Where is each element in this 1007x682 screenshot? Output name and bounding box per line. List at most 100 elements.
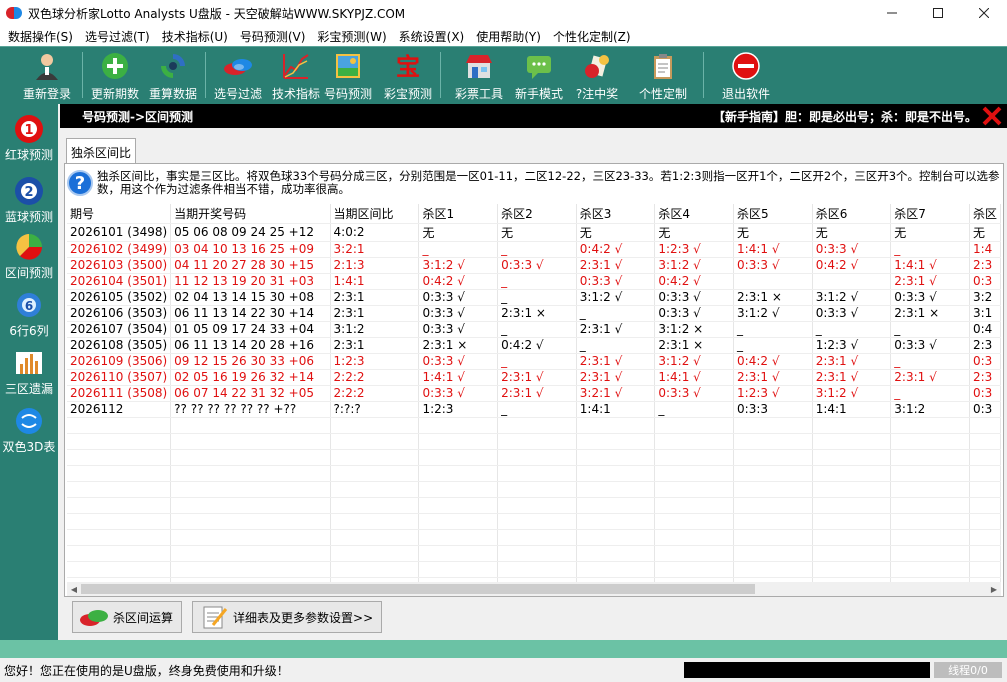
content-box: ? 独杀区间比，事实是三区比。将双色球33个号码分成三区，分别范围是一区01-1… [64, 163, 1004, 597]
picture-icon [333, 51, 363, 81]
tab-exclusive-zone[interactable]: 独杀区间比 [66, 138, 137, 164]
sidebar-item-six[interactable]: 6 6行6列 [0, 278, 58, 338]
custom-button[interactable]: 个性定制 [637, 46, 689, 104]
empty-cell [170, 417, 331, 434]
empty-row [67, 513, 1001, 530]
table-row[interactable]: 2026112?? ?? ?? ?? ?? ?? +???:?:? 1:2:3 _ 1… [67, 401, 1001, 418]
table-cell: 无 [890, 223, 970, 242]
horizontal-scrollbar[interactable]: ◀ ▶ [67, 582, 1001, 596]
close-icon [979, 8, 989, 18]
table-cell: 1:4:1 √ [654, 369, 735, 386]
empty-cell [890, 561, 970, 578]
scroll-left-icon[interactable]: ◀ [67, 582, 81, 596]
col-header[interactable]: 杀区4 [654, 204, 735, 224]
update-button[interactable]: 更新期数 [89, 46, 141, 104]
plus-icon [100, 51, 130, 81]
col-header[interactable]: 杀区2 [497, 204, 577, 224]
table-cell: 04 11 20 27 28 30 +15 [170, 257, 331, 274]
table-row[interactable]: 2026109 (3506) 09 12 15 26 30 33 +06 1:2:3… [67, 353, 1001, 370]
menu-data[interactable]: 数据操作(S) [4, 28, 77, 45]
empty-cell [330, 449, 420, 466]
tech-button[interactable]: 技术指标 [270, 46, 322, 104]
sidebar-item-miss[interactable]: 三区遗漏 [0, 336, 58, 396]
zone-calc-button[interactable]: 杀区间运算 [72, 601, 183, 633]
relogin-button[interactable]: 重新登录 [18, 46, 76, 104]
col-header[interactable]: 当期区间比 [330, 204, 420, 224]
panel-close-icon[interactable] [981, 105, 1003, 127]
empty-cell [812, 545, 892, 562]
menu-tech[interactable]: 技术指标(U) [158, 28, 232, 45]
menu-predict[interactable]: 号码预测(V) [236, 28, 310, 45]
close-button[interactable] [961, 0, 1007, 26]
empty-cell [969, 497, 1001, 514]
table-cell: 3:1:2 × [654, 321, 735, 338]
table-cell [733, 273, 813, 290]
table-cell: 0:3:3 √ [654, 385, 735, 402]
table-row[interactable]: 2026107 (3504) 01 05 09 17 24 33 +04 3:1:2… [67, 321, 1001, 338]
menu-settings[interactable]: 系统设置(X) [395, 28, 469, 45]
table-cell: 2:3:1 √ [576, 353, 656, 370]
sidebar: 1 红球预测 2 蓝球预测 区间预测 6 6行6列 三区遗漏 双色3D表 [0, 104, 58, 656]
table-cell: _ [497, 401, 577, 418]
col-header[interactable]: 杀区5 [733, 204, 813, 224]
table-row[interactable]: 2026102 (3499) 03 04 10 13 16 25 +09 3:2:1… [67, 241, 1001, 258]
table-row[interactable]: 2026110 (3507) 02 05 16 19 26 32 +14 2:2:2… [67, 369, 1001, 386]
menu-filter[interactable]: 选号过滤(T) [81, 28, 154, 45]
filter-button[interactable]: 选号过滤 [212, 46, 264, 104]
detail-settings-button[interactable]: 详细表及更多参数设置>> [192, 601, 383, 633]
maximize-button[interactable] [915, 0, 961, 26]
table-cell: 0:4:2 √ [576, 241, 656, 258]
caibao-button[interactable]: 宝 彩宝预测 [382, 46, 434, 104]
table-row[interactable]: 2026111 (3508) 06 07 14 22 31 32 +05 2:2:2… [67, 385, 1001, 402]
col-header[interactable]: 杀区6 [812, 204, 892, 224]
newbie-button[interactable]: 新手模式 [513, 46, 565, 104]
table-cell: 0:4:2 √ [733, 353, 813, 370]
table-row[interactable]: 2026108 (3505) 06 11 13 14 20 28 +16 2:3:1… [67, 337, 1001, 354]
empty-cell [576, 417, 656, 434]
sidebar-item-blue-ball[interactable]: 2 蓝球预测 [0, 162, 58, 224]
minimize-icon [887, 12, 897, 14]
table-row[interactable]: 2026105 (3502) 02 04 13 14 15 30 +08 2:3:1… [67, 289, 1001, 306]
table-cell: _ [890, 353, 970, 370]
scroll-right-icon[interactable]: ▶ [987, 582, 1001, 596]
table-row[interactable]: 2026101 (3498) 05 06 08 09 24 25 +12 4:0:2… [67, 223, 1001, 242]
svg-text:6: 6 [25, 299, 33, 313]
sidebar-item-3d[interactable]: 双色3D表 [0, 394, 58, 454]
table-row[interactable]: 2026104 (3501) 11 12 13 19 20 31 +03 1:4:1… [67, 273, 1001, 290]
table-cell: 0:4:2 √ [654, 273, 735, 290]
table-cell: 1:4 [969, 241, 1001, 258]
exit-button[interactable]: 退出软件 [720, 46, 772, 104]
prize-button[interactable]: ?注中奖 [571, 46, 623, 104]
empty-cell [812, 417, 892, 434]
sidebar-item-red-ball[interactable]: 1 红球预测 [0, 104, 58, 162]
data-grid[interactable]: 期号 当期开奖号码 当期区间比 杀区1 杀区2 杀区3 杀区4 杀区5 杀区6 … [67, 204, 1001, 582]
table-cell: 2:3:1 × [733, 289, 813, 306]
empty-cell [969, 465, 1001, 482]
table-row[interactable]: 2026103 (3500) 04 11 20 27 28 30 +15 2:1:3… [67, 257, 1001, 274]
col-header[interactable]: 当期开奖号码 [170, 204, 331, 224]
col-header[interactable]: 杀区7 [890, 204, 970, 224]
menu-help[interactable]: 使用帮助(Y) [472, 28, 545, 45]
help-note-text: 独杀区间比，事实是三区比。将双色球33个号码分成三区，分别范围是一区01-11，… [97, 169, 1000, 196]
table-cell: 03 04 10 13 16 25 +09 [170, 241, 331, 258]
stop-icon [731, 51, 761, 81]
sidebar-item-zone[interactable]: 区间预测 [0, 220, 58, 280]
table-cell: 1:2:3 √ [654, 241, 735, 258]
col-header[interactable]: 杀区3 [576, 204, 656, 224]
menu-custom[interactable]: 个性化定制(Z) [549, 28, 635, 45]
scroll-thumb[interactable] [81, 584, 755, 594]
tools-button[interactable]: 彩票工具 [453, 46, 505, 104]
empty-cell [170, 433, 331, 450]
menu-caibao[interactable]: 彩宝预测(W) [313, 28, 390, 45]
predict-button[interactable]: 号码预测 [322, 46, 374, 104]
col-header[interactable]: 杀区1 [418, 204, 499, 224]
recalc-button[interactable]: 重算数据 [147, 46, 199, 104]
empty-cell [654, 497, 735, 514]
col-header[interactable]: 期号 [67, 204, 172, 224]
table-cell: 2:2:2 [330, 369, 420, 386]
minimize-button[interactable] [869, 0, 915, 26]
table-row[interactable]: 2026106 (3503) 06 11 13 14 22 30 +14 2:3:1… [67, 305, 1001, 322]
empty-cell [576, 529, 656, 546]
col-header[interactable]: 杀区 [969, 204, 1001, 224]
table-cell: 06 07 14 22 31 32 +05 [170, 385, 331, 402]
